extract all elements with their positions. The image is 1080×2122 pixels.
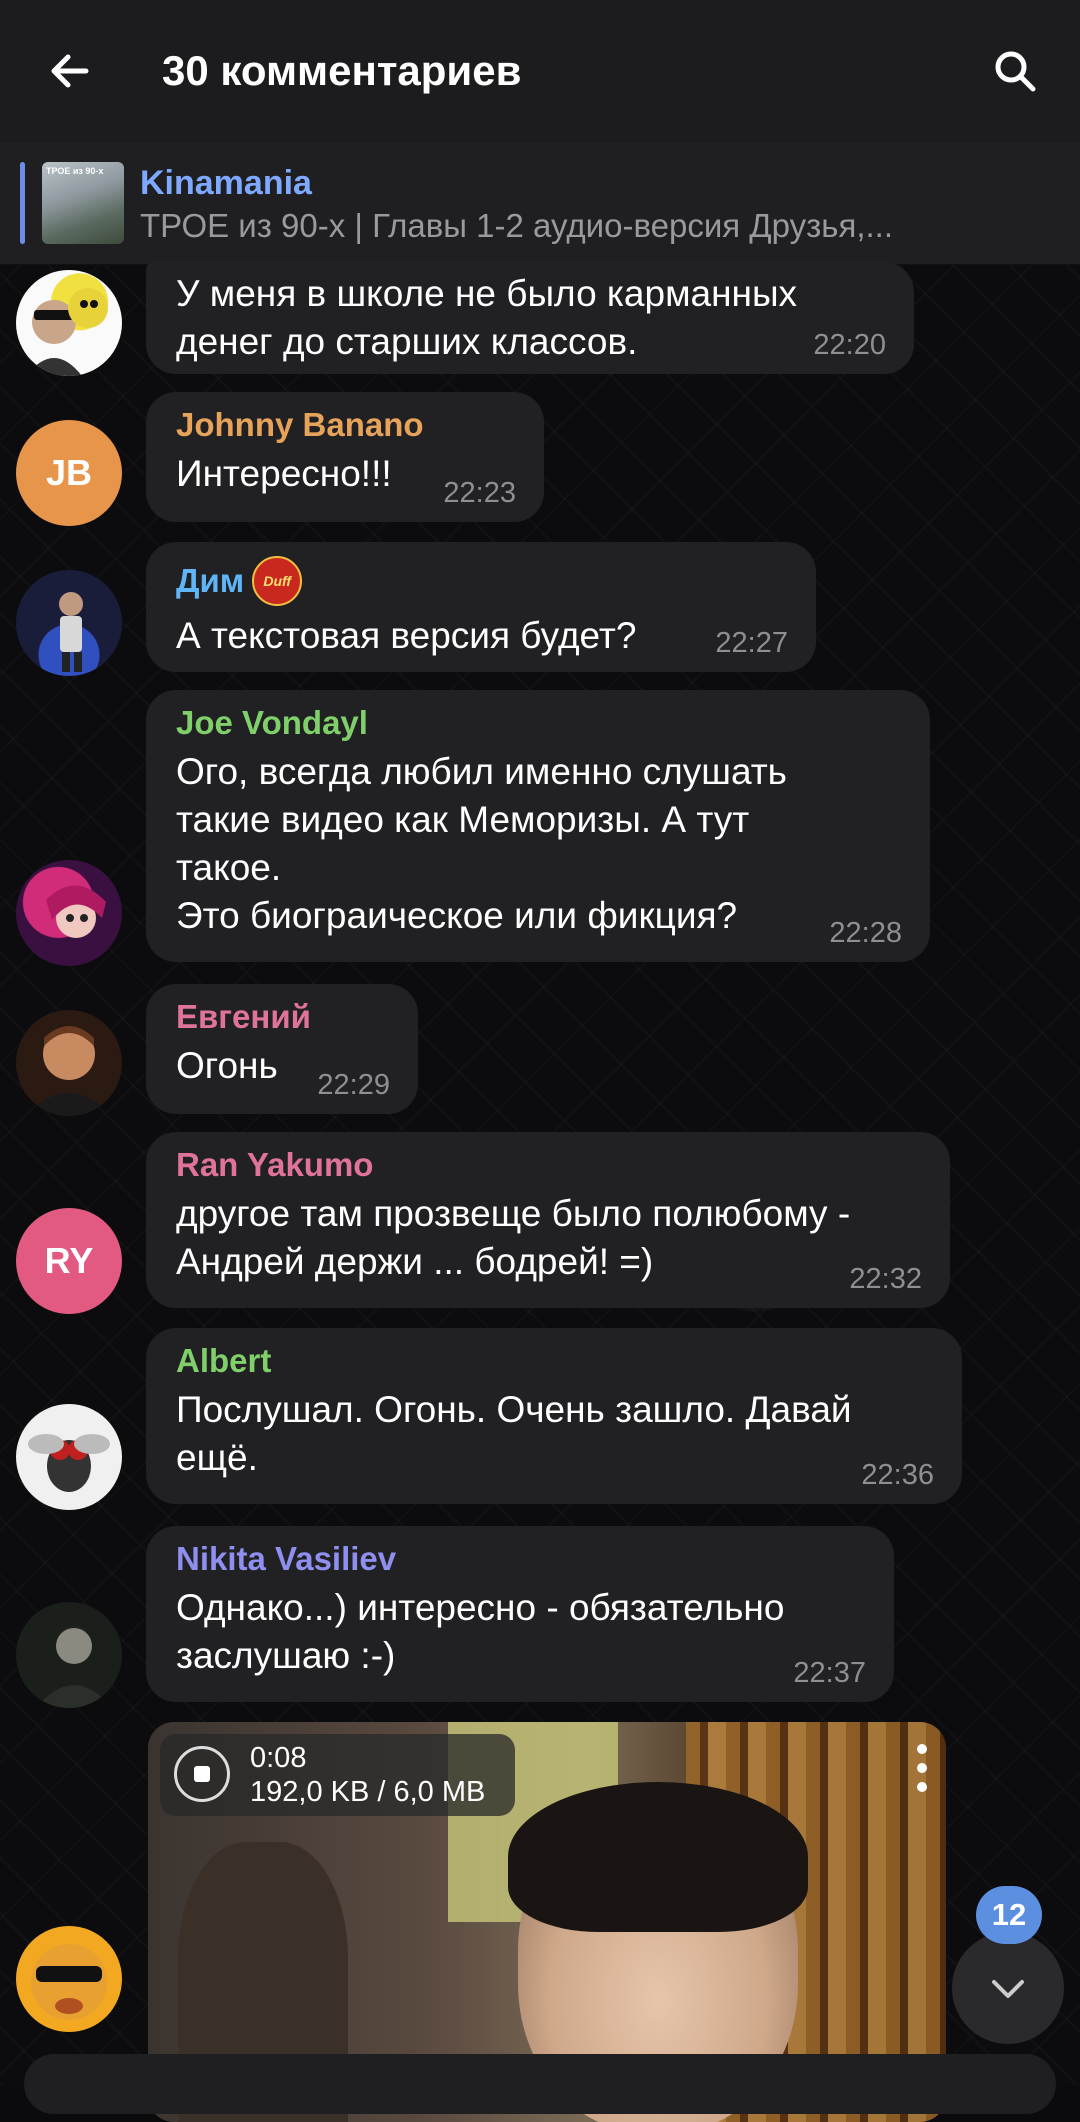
sender-name: Nikita Vasiliev: [176, 1540, 397, 1577]
message-bubble[interactable]: Дим Duff А текстовая версия будет? 22:27: [146, 542, 816, 672]
sender-name: Евгений: [176, 998, 311, 1035]
chevron-down-icon: [992, 1980, 1024, 1998]
message-text: Ого, всегда любил именно слушать такие в…: [176, 751, 787, 936]
avatar[interactable]: JB: [16, 420, 122, 526]
message-time: 22:28: [829, 917, 902, 949]
avatar[interactable]: [16, 570, 122, 676]
video-info-panel: 0:08 192,0 KB / 6,0 MB: [160, 1734, 515, 1816]
message-text: Однако...) интересно - обязательно заслу…: [176, 1587, 785, 1676]
message-input-bar[interactable]: [24, 2054, 1056, 2114]
sender-name: Albert: [176, 1342, 272, 1379]
more-options-icon[interactable]: [916, 1744, 928, 1792]
message-bubble[interactable]: Евгений Огонь 22:29: [146, 984, 418, 1114]
avatar-initials: RY: [44, 1240, 94, 1281]
avatar[interactable]: RY: [16, 1208, 122, 1314]
fly-icon: [28, 1434, 110, 1492]
message-bubble[interactable]: Joe Vondayl Ого, всегда любил именно слу…: [146, 690, 930, 962]
search-button[interactable]: [980, 36, 1050, 106]
search-icon: [995, 51, 1036, 92]
emoji-status-badge: Duff: [252, 556, 303, 606]
sender-name: Дим: [176, 562, 245, 599]
sender-row: Дим Duff: [176, 556, 786, 606]
pinned-text: ТРОЕ из 90-х | Главы 1-2 аудио-версия Др…: [140, 207, 893, 244]
message-time: 22:29: [317, 1069, 390, 1101]
message-text: А текстовая версия будет?: [176, 615, 637, 656]
sender-name: Joe Vondayl: [176, 704, 368, 741]
message-time: 22:20: [813, 329, 886, 361]
pinned-thumbnail: ТРОЕ из 90-х: [42, 162, 124, 244]
pinned-indicator: [20, 162, 25, 244]
user-photo-icon: [59, 592, 83, 672]
stop-download-button[interactable]: [174, 1746, 230, 1802]
video-download-progress: 192,0 KB / 6,0 MB: [250, 1776, 486, 1808]
user-photo-icon: [26, 1026, 112, 1116]
user-photo-icon: [46, 885, 106, 938]
message-time: 22:36: [861, 1459, 934, 1491]
scroll-down-button[interactable]: [952, 1932, 1064, 2044]
avatar[interactable]: [16, 1926, 122, 2032]
avatar[interactable]: [16, 1404, 122, 1510]
avatar[interactable]: [16, 270, 122, 376]
avatar[interactable]: [16, 1010, 122, 1116]
user-photo-icon: [31, 1944, 107, 2020]
stop-icon: [194, 1766, 210, 1782]
avatar[interactable]: [16, 1602, 122, 1708]
unread-count-badge: 12: [976, 1886, 1042, 1944]
message-time: 22:32: [849, 1263, 922, 1295]
arrow-left-icon: [51, 54, 89, 88]
sender-name: Ran Yakumo: [176, 1146, 374, 1183]
video-hair: [508, 1782, 808, 1932]
message-bubble[interactable]: Ran Yakumo другое там прозвеще было полю…: [146, 1132, 950, 1308]
user-photo-icon: [36, 1626, 112, 1708]
pinned-channel-name: Kinamania: [140, 164, 312, 202]
pinned-post[interactable]: ТРОЕ из 90-х Kinamania ТРОЕ из 90-х | Гл…: [0, 142, 1080, 265]
message-bubble[interactable]: У меня в школе не было карманных денег д…: [146, 262, 914, 374]
avatar-initials: JB: [45, 452, 93, 493]
top-bar: 30 комментариев: [0, 0, 1080, 142]
avatar[interactable]: [16, 860, 122, 966]
page-title: 30 комментариев: [162, 47, 522, 94]
message-time: 22:37: [793, 1657, 866, 1689]
message-time: 22:27: [715, 627, 788, 659]
message-bubble[interactable]: Nikita Vasiliev Однако...) интересно - о…: [146, 1526, 894, 1702]
message-text: У меня в школе не было карманных денег д…: [176, 273, 798, 362]
sender-name: Johnny Banano: [176, 406, 424, 443]
message-bubble[interactable]: Albert Послушал. Огонь. Очень зашло. Дав…: [146, 1328, 962, 1504]
message-text: другое там прозвеще было полюбому - Андр…: [176, 1193, 851, 1282]
message-time: 22:23: [443, 477, 516, 509]
message-bubble[interactable]: Johnny Banano Интересно!!! 22:23: [146, 392, 544, 522]
message-text: Послушал. Огонь. Очень зашло. Давай ещё.: [176, 1389, 852, 1478]
thumbnail-caption: ТРОЕ из 90-х: [46, 166, 104, 176]
video-duration: 0:08: [250, 1742, 307, 1774]
user-photo-icon: [26, 288, 108, 376]
back-button[interactable]: [0, 0, 140, 142]
